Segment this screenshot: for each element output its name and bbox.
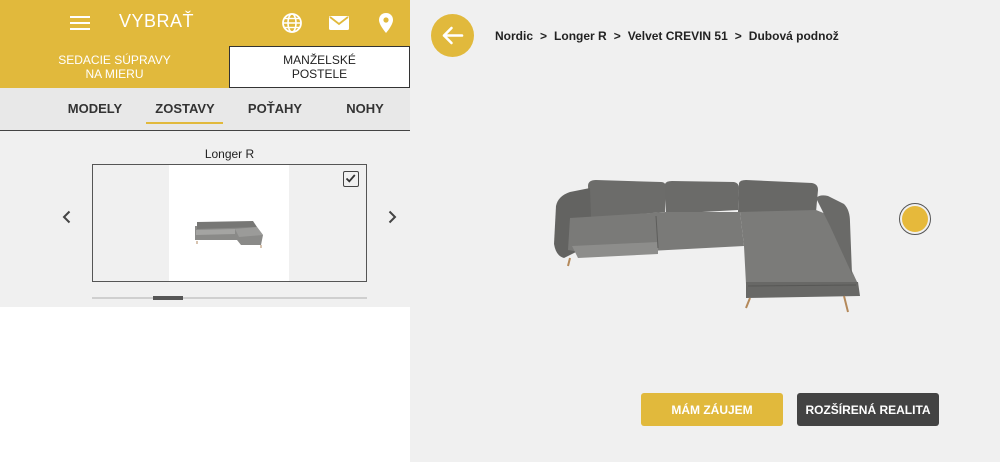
top-bar: VYBRAŤ (0, 0, 410, 46)
swatch-color-fill (902, 206, 928, 232)
breadcrumb-separator: > (734, 29, 742, 43)
category-sofas[interactable]: SEDACIE SÚPRAVY NA MIERU (0, 46, 229, 88)
sofa-3d-preview[interactable] (548, 174, 868, 322)
globe-icon[interactable] (280, 11, 304, 35)
breadcrumb-item[interactable]: Nordic (495, 29, 533, 43)
select-checkbox[interactable] (343, 171, 359, 187)
carousel-scrollbar[interactable] (92, 296, 367, 300)
set-carousel: Longer R (0, 131, 410, 307)
breadcrumb-separator: > (540, 29, 548, 43)
product-preview-panel: Nordic > Longer R > Velvet CREVIN 51 > D… (410, 0, 1000, 462)
chevron-left-icon[interactable] (59, 209, 75, 225)
page-title: VYBRAŤ (119, 11, 195, 31)
tab-legs[interactable]: NOHY (325, 88, 405, 130)
breadcrumb-item: Dubová podnož (748, 29, 839, 43)
augmented-reality-button[interactable]: ROZŠÍRENÁ REALITA (797, 393, 939, 426)
category-switcher: SEDACIE SÚPRAVY NA MIERU MANŽELSKÉ POSTE… (0, 46, 410, 88)
location-pin-icon[interactable] (374, 11, 398, 35)
tab-covers[interactable]: POŤAHY (235, 88, 315, 130)
mail-icon[interactable] (327, 11, 351, 35)
scrollbar-thumb[interactable] (153, 296, 183, 300)
chevron-right-icon[interactable] (384, 209, 400, 225)
tab-models[interactable]: MODELY (55, 88, 135, 130)
arrow-left-icon (442, 26, 464, 45)
breadcrumb-item[interactable]: Velvet CREVIN 51 (628, 29, 728, 43)
carousel-item-label: Longer R (204, 147, 255, 161)
carousel-card[interactable] (92, 164, 367, 282)
breadcrumb: Nordic > Longer R > Velvet CREVIN 51 > D… (495, 29, 839, 43)
active-tab-indicator (146, 122, 223, 124)
tab-bar: MODELY ZOSTAVY POŤAHY NOHY (0, 88, 410, 131)
breadcrumb-item[interactable]: Longer R (554, 29, 607, 43)
back-button[interactable] (431, 14, 474, 57)
hamburger-menu-icon[interactable] (68, 13, 92, 33)
color-swatch-button[interactable] (899, 203, 931, 235)
left-panel: VYBRAŤ SEDACIE SÚPRAVY NA MIERU MANŽELSK… (0, 0, 410, 462)
interest-button[interactable]: MÁM ZÁUJEM (641, 393, 783, 426)
breadcrumb-separator: > (613, 29, 621, 43)
sofa-thumbnail (169, 165, 289, 281)
category-beds[interactable]: MANŽELSKÉ POSTELE (229, 46, 410, 88)
